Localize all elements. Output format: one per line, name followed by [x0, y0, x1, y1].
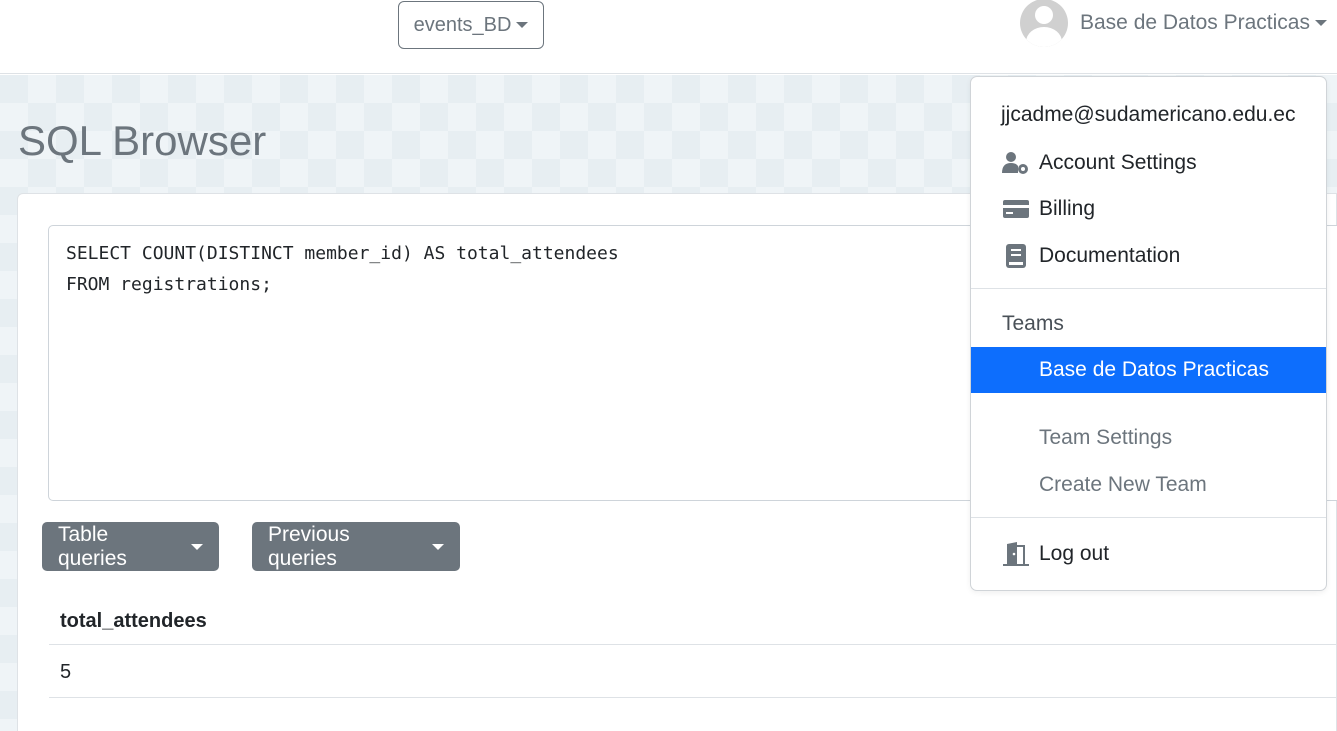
- team-settings-label: Team Settings: [1039, 426, 1173, 449]
- avatar-icon: [1020, 0, 1068, 47]
- previous-queries-label: Previous queries: [268, 522, 350, 570]
- caret-down-icon: [1314, 20, 1327, 26]
- logout-label: Log out: [1039, 542, 1110, 565]
- current-team-label: Base de Datos Practicas: [1039, 358, 1269, 381]
- credit-card-icon: [1002, 195, 1030, 223]
- book-icon: [1002, 242, 1030, 270]
- user-cog-icon: [1002, 149, 1030, 177]
- caret-down-icon: [191, 543, 203, 550]
- table-queries-button[interactable]: Table queries: [42, 522, 219, 571]
- account-settings-item[interactable]: Account Settings: [971, 140, 1326, 186]
- teams-header: Teams: [1002, 312, 1064, 335]
- caret-down-icon: [432, 543, 444, 550]
- previous-queries-button[interactable]: Previous queries: [252, 522, 460, 571]
- menu-divider: [971, 517, 1326, 518]
- menu-divider: [971, 288, 1326, 289]
- account-settings-label: Account Settings: [1039, 151, 1197, 174]
- database-selector[interactable]: events_BD: [398, 1, 544, 49]
- door-exit-icon: [1002, 540, 1030, 568]
- top-navbar: events_BD Base de Datos Practicas: [0, 0, 1337, 74]
- user-team-name: Base de Datos Practicas: [1080, 11, 1310, 34]
- page-title: SQL Browser: [18, 117, 267, 164]
- user-menu-toggle[interactable]: Base de Datos Practicas: [1020, 0, 1327, 47]
- table-cell: 5: [49, 645, 1337, 698]
- team-settings-item[interactable]: Team Settings: [971, 415, 1326, 461]
- documentation-item[interactable]: Documentation: [971, 233, 1326, 279]
- billing-item[interactable]: Billing: [971, 186, 1326, 232]
- caret-down-icon: [516, 22, 529, 28]
- user-dropdown-menu: jjcadme@sudamericano.edu.ec Account Sett…: [970, 76, 1327, 591]
- database-selector-label: events_BD: [413, 13, 512, 36]
- billing-label: Billing: [1039, 197, 1096, 220]
- results-table: total_attendees 5: [49, 596, 1337, 698]
- create-new-team-label: Create New Team: [1039, 473, 1207, 496]
- team-item-current[interactable]: Base de Datos Practicas: [971, 347, 1326, 393]
- user-email: jjcadme@sudamericano.edu.ec: [1001, 103, 1296, 126]
- logout-item[interactable]: Log out: [971, 531, 1326, 577]
- table-queries-label: Table queries: [58, 522, 127, 570]
- create-new-team-item[interactable]: Create New Team: [971, 462, 1326, 508]
- documentation-label: Documentation: [1039, 244, 1181, 267]
- column-header: total_attendees: [49, 596, 1337, 645]
